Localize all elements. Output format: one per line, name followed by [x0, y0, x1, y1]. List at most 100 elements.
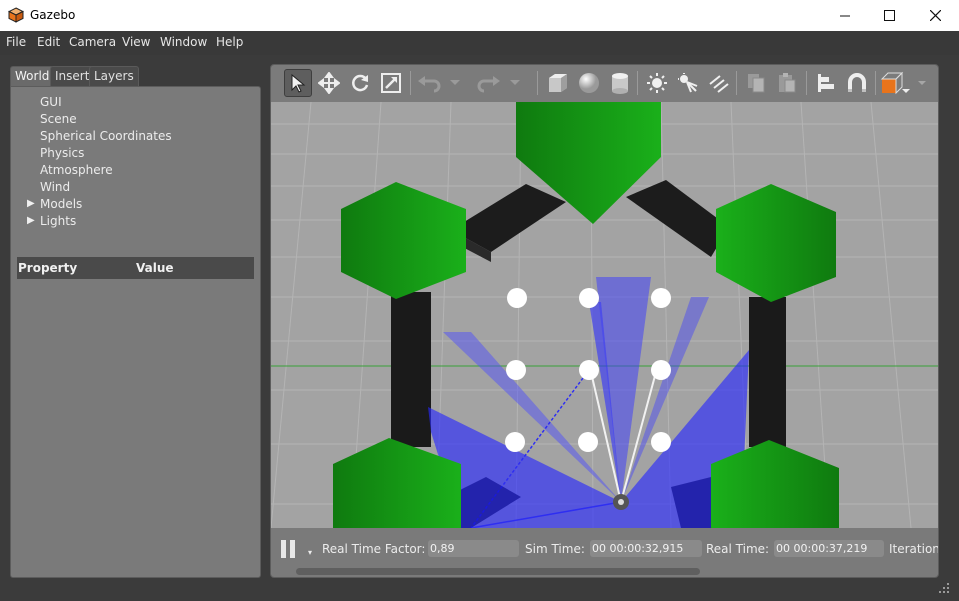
tab-layers[interactable]: Layers [89, 66, 139, 86]
expand-arrow-icon[interactable]: ▶ [27, 198, 35, 209]
insert-spot-light-button[interactable] [674, 69, 702, 97]
toolbar-separator [410, 71, 411, 95]
pause-icon [290, 540, 295, 558]
close-button[interactable] [912, 0, 958, 31]
sim-time-label: Sim Time: [525, 542, 585, 556]
snap-button[interactable] [843, 69, 871, 97]
translate-mode-button[interactable] [315, 69, 343, 97]
undo-history-button[interactable] [447, 69, 463, 97]
redo-history-button[interactable] [507, 69, 523, 97]
scale-mode-button[interactable] [377, 69, 405, 97]
title-bar: Gazebo [0, 0, 959, 32]
toolbar-overflow-button[interactable] [914, 69, 930, 97]
select-mode-button[interactable] [284, 69, 312, 97]
insert-cylinder-button[interactable] [606, 69, 634, 97]
property-table-header: Property Value [17, 257, 254, 279]
tree-item-gui[interactable]: GUI [40, 95, 62, 109]
toolbar-separator [806, 71, 807, 95]
sphere-shape-icon [579, 73, 599, 93]
gazebo-box-icon [8, 7, 24, 23]
insert-sphere-button[interactable] [575, 69, 603, 97]
menu-camera[interactable]: Camera [69, 35, 116, 49]
menu-view[interactable]: View [122, 35, 150, 49]
maximize-button[interactable] [866, 0, 912, 31]
tree-item-wind[interactable]: Wind [40, 180, 70, 194]
real-time-factor-value: 0,89 [428, 540, 519, 557]
menu-bar: File Edit Camera View Window Help [0, 31, 959, 55]
robot-sensor [613, 494, 629, 510]
value-column-header: Value [136, 261, 174, 275]
redo-icon [477, 76, 500, 93]
undo-button[interactable] [415, 69, 443, 97]
paste-button[interactable] [773, 69, 801, 97]
rotate-mode-button[interactable] [346, 69, 374, 97]
horizontal-scrollbar[interactable] [296, 568, 700, 575]
copy-button[interactable] [742, 69, 770, 97]
minimize-icon [839, 15, 850, 17]
scale-icon [381, 73, 401, 93]
toolbar-separator [637, 71, 638, 95]
translate-icon [318, 72, 340, 94]
resize-grip-icon[interactable] [938, 582, 950, 594]
iterations-label: Iterations: [889, 542, 938, 556]
rotate-icon [352, 74, 369, 92]
tree-item-models[interactable]: Models [40, 197, 82, 211]
directional-light-icon [709, 75, 729, 93]
align-icon [818, 74, 834, 92]
real-time-label: Real Time: [706, 542, 770, 556]
insert-box-button[interactable] [544, 69, 572, 97]
panel-tabs: World Insert Layers [10, 64, 261, 86]
snap-magnet-icon [848, 73, 866, 92]
step-arrow-icon[interactable]: ▾ [308, 548, 312, 557]
sim-time-value: 00 00:00:32,915 [590, 540, 702, 557]
cylinder-shape-icon [612, 73, 628, 94]
close-icon [929, 10, 941, 21]
pause-button[interactable] [281, 540, 297, 558]
tree-item-atmosphere[interactable]: Atmosphere [40, 163, 113, 177]
menu-help[interactable]: Help [216, 35, 243, 49]
insert-point-light-button[interactable] [643, 69, 671, 97]
menu-window[interactable]: Window [160, 35, 207, 49]
real-time-factor-label: Real Time Factor: [322, 542, 426, 556]
real-time-value: 00 00:00:37,219 [774, 540, 884, 557]
scene-view[interactable] [271, 102, 938, 528]
pause-icon [281, 540, 286, 558]
status-bar: ▾ Real Time Factor: 0,89 Sim Time: 00 00… [271, 528, 938, 577]
tree-item-lights[interactable]: Lights [40, 214, 76, 228]
spot-light-icon [678, 73, 698, 93]
viewport-toolbar [271, 65, 938, 103]
tree-item-spherical-coordinates[interactable]: Spherical Coordinates [40, 129, 172, 143]
view-angle-icon [880, 71, 910, 95]
redo-history-icon [510, 80, 520, 85]
render-viewport: ▾ Real Time Factor: 0,89 Sim Time: 00 00… [270, 64, 939, 578]
menu-file[interactable]: File [6, 35, 26, 49]
minimize-button[interactable] [822, 0, 868, 31]
redo-button[interactable] [475, 69, 503, 97]
view-angle-button[interactable] [879, 69, 915, 97]
property-column-header: Property [18, 261, 78, 275]
tree-item-physics[interactable]: Physics [40, 146, 84, 160]
maximize-icon [883, 10, 895, 21]
align-button[interactable] [812, 69, 840, 97]
tab-insert[interactable]: Insert [50, 66, 95, 86]
undo-icon [418, 76, 441, 93]
tree-item-scene[interactable]: Scene [40, 112, 77, 126]
undo-history-icon [450, 80, 460, 85]
toolbar-separator [736, 71, 737, 95]
point-light-icon [647, 73, 667, 93]
world-tree-panel: GUI Scene Spherical Coordinates Physics … [10, 86, 261, 578]
select-arrow-icon [291, 73, 306, 93]
expand-arrow-icon[interactable]: ▶ [27, 215, 35, 226]
menu-edit[interactable]: Edit [37, 35, 60, 49]
box-shape-icon [549, 74, 567, 92]
insert-directional-light-button[interactable] [705, 69, 733, 97]
scene-render [271, 102, 938, 528]
left-panel: World Insert Layers GUI Scene Spherical … [10, 64, 261, 578]
laser-scan [428, 277, 749, 528]
chevron-down-icon [918, 80, 926, 85]
window-title: Gazebo [30, 8, 76, 22]
tab-world[interactable]: World [10, 66, 55, 86]
paste-icon [779, 73, 796, 93]
copy-icon [748, 74, 765, 93]
toolbar-separator [875, 71, 876, 95]
